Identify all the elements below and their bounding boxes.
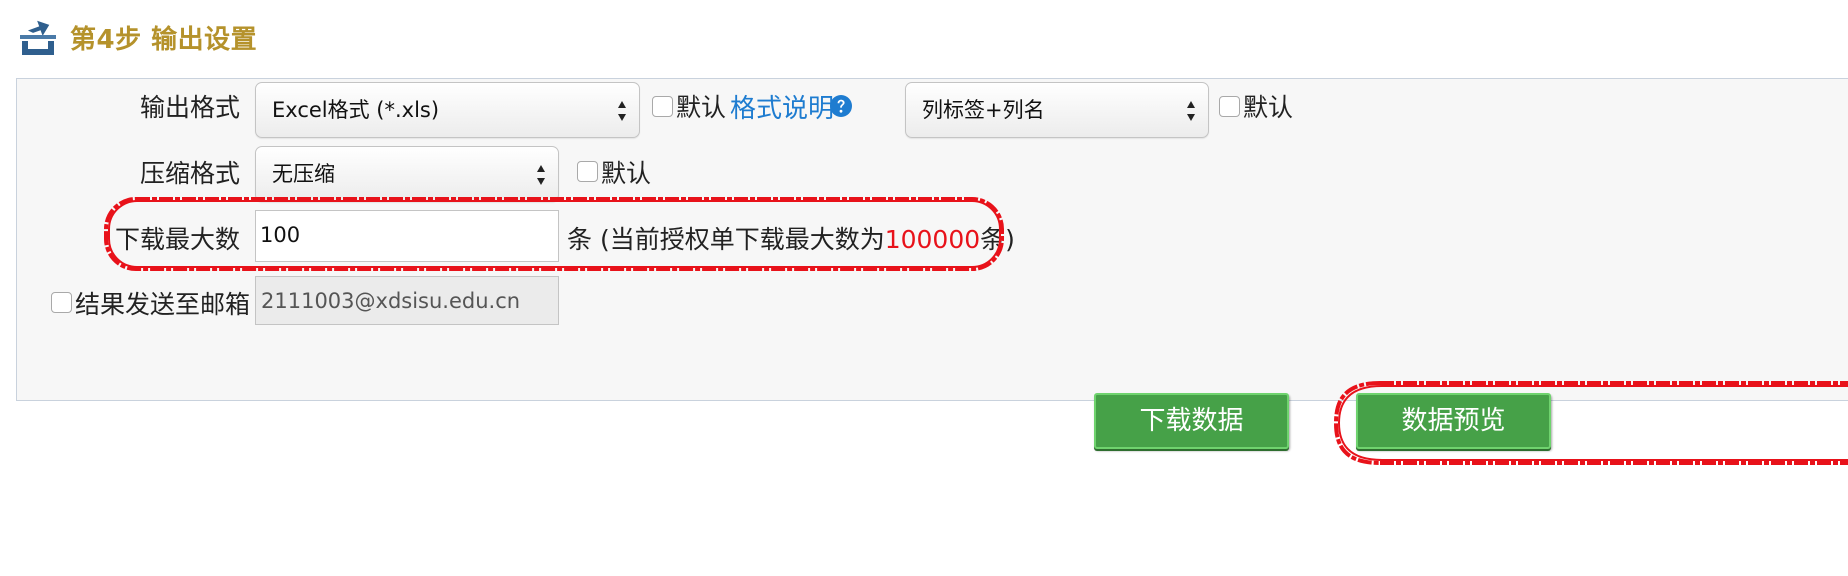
column-header-select[interactable]: 列标签+列名 xyxy=(905,82,1209,138)
max-download-hint-prefix: 条 (当前授权单下载最大数为 xyxy=(567,225,885,254)
compression-label: 压缩格式 xyxy=(140,159,241,188)
max-download-label: 下载最大数 xyxy=(114,225,240,254)
output-format-label: 输出格式 xyxy=(140,93,241,122)
compression-default-checkbox[interactable] xyxy=(577,161,598,182)
output-format-default-checkbox[interactable] xyxy=(652,96,673,117)
column-header-value: 列标签+列名 xyxy=(922,98,1045,122)
step-header: 第4步 输出设置 xyxy=(18,12,257,62)
send-email-label: 结果发送至邮箱 xyxy=(75,290,251,319)
step-title: 第4步 输出设置 xyxy=(70,24,258,55)
column-header-default-label: 默认 xyxy=(1243,93,1294,122)
output-format-value: Excel格式 (*.xls) xyxy=(272,98,440,122)
question-circle-icon[interactable] xyxy=(829,94,853,118)
select-arrows-icon xyxy=(1187,101,1195,121)
max-download-hint-suffix: 条) xyxy=(980,225,1015,254)
email-input[interactable]: 2111003@xdsisu.edu.cn xyxy=(255,276,559,325)
output-format-default-label: 默认 xyxy=(676,93,727,122)
data-preview-button[interactable]: 数据预览 xyxy=(1356,393,1551,449)
compression-select[interactable]: 无压缩 xyxy=(255,146,559,202)
max-download-input[interactable]: 100 xyxy=(255,210,559,262)
export-icon xyxy=(20,20,56,55)
select-arrows-icon xyxy=(537,165,545,185)
send-email-checkbox[interactable] xyxy=(51,292,72,313)
select-arrows-icon xyxy=(618,101,626,121)
output-format-select[interactable]: Excel格式 (*.xls) xyxy=(255,82,640,138)
format-help-link[interactable]: 格式说明 xyxy=(730,88,834,125)
compression-value: 无压缩 xyxy=(272,162,335,186)
download-data-button[interactable]: 下载数据 xyxy=(1094,393,1289,449)
column-header-default-checkbox[interactable] xyxy=(1219,96,1240,117)
compression-default-label: 默认 xyxy=(601,159,652,188)
max-download-hint: 条 (当前授权单下载最大数为100000条) xyxy=(567,220,1015,256)
max-download-limit-value: 100000 xyxy=(884,225,981,254)
